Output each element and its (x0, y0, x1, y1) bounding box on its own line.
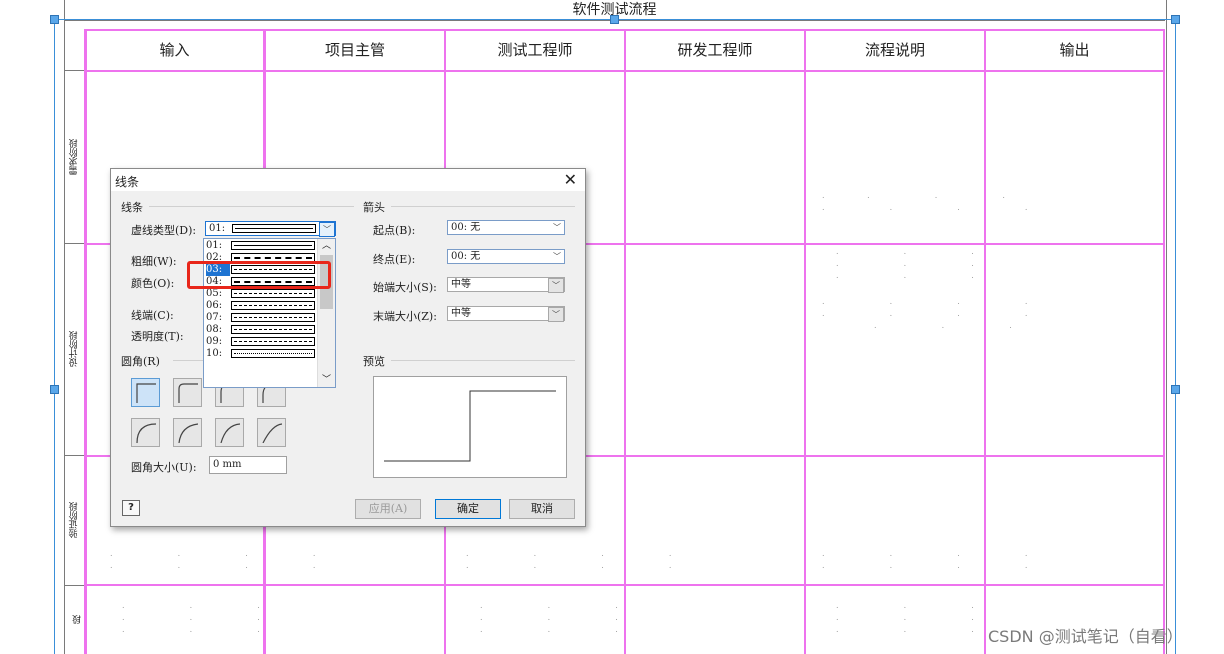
arrow-start-label: 起点(B): (373, 224, 416, 237)
chevron-down-icon[interactable]: ﹀ (548, 307, 564, 322)
dash-option-01[interactable]: 01: (206, 240, 318, 252)
dash-option-05[interactable]: 05: (206, 288, 318, 300)
preview-line-graphic (384, 390, 556, 462)
lane-divider-1 (64, 243, 84, 244)
corner-group-label: 圆角(R) (121, 355, 160, 368)
resize-handle-top-center[interactable] (610, 15, 619, 24)
arrow-group-rule (391, 206, 575, 207)
ok-button[interactable]: 确定 (435, 499, 501, 519)
connection-dots: . . . . . . . . (822, 297, 1048, 318)
connection-dots: . . . . . . . . (110, 549, 336, 570)
corner-round-small-button[interactable] (173, 378, 202, 407)
resize-handle-middle-left[interactable] (50, 385, 59, 394)
corner-curve-3-button[interactable] (215, 418, 244, 447)
lane-label-partial: 段 (73, 615, 83, 625)
cap-label: 线端(C): (131, 309, 174, 322)
arrow-end-select[interactable]: 00: 无 ﹀ (447, 249, 565, 264)
column-header-dev-engineer[interactable]: 研发工程师 (626, 31, 804, 70)
lane-header-column (64, 31, 85, 71)
corner-radius-label: 圆角大小(U): (131, 461, 197, 474)
scroll-up-icon[interactable]: ︿ (318, 239, 335, 253)
chevron-down-icon[interactable]: ﹀ (550, 250, 564, 263)
grid-col-line-0 (84, 29, 87, 654)
chevron-down-icon[interactable]: ﹀ (548, 278, 564, 293)
chevron-down-icon[interactable]: ﹀ (550, 221, 564, 234)
cancel-button[interactable]: 取消 (509, 499, 575, 519)
selection-right-line (1175, 19, 1176, 654)
csdn-watermark: CSDN @测试笔记（自看） (988, 627, 1183, 646)
corner-curve-4-button[interactable] (257, 418, 286, 447)
dash-type-select[interactable]: 01: ﹀ (205, 221, 336, 237)
dialog-title-bar: 线条 ✕ (111, 169, 585, 191)
dash-option-07[interactable]: 07: (206, 312, 318, 324)
dash-type-sample (232, 224, 316, 233)
apply-button[interactable]: 应用(A) (355, 499, 421, 519)
start-size-label: 始端大小(S): (373, 281, 437, 294)
grid-col-line-4 (804, 29, 806, 654)
dash-option-08[interactable]: 08: (206, 324, 318, 336)
column-header-project-lead[interactable]: 项目主管 (266, 31, 444, 70)
connection-dots: . . . . . . . . (466, 549, 692, 570)
column-header-process-note[interactable]: 流程说明 (806, 31, 984, 70)
corner-square-button[interactable] (131, 378, 160, 407)
column-header-output[interactable]: 输出 (986, 31, 1163, 70)
column-header-test-engineer[interactable]: 测试工程师 (446, 31, 624, 70)
start-size-select[interactable]: 中等 ﹀ (447, 277, 565, 293)
dash-option-06[interactable]: 06: (206, 300, 318, 312)
connection-dots: . . . . . . . . . (836, 247, 994, 280)
transparency-label: 透明度(T): (131, 330, 184, 343)
line-dialog: 线条 ✕ 线条 虚线类型(D): 01: ﹀ 粗细(W): 颜色(O): 线端(… (110, 168, 586, 527)
resize-handle-top-right[interactable] (1171, 15, 1180, 24)
dash-option-09[interactable]: 09: (206, 336, 318, 348)
lane-divider-2 (64, 455, 84, 456)
corner-radius-input[interactable]: 0 mm (209, 456, 287, 474)
weight-label: 粗细(W): (131, 255, 177, 268)
lane-label-design: 设计阶段 (69, 331, 80, 367)
chevron-down-icon[interactable]: ﹀ (319, 222, 335, 237)
preview-group-label: 预览 (363, 355, 385, 368)
connection-dots: . . . . . . . . (822, 191, 1048, 212)
corner-curve-1-button[interactable] (131, 418, 160, 447)
arrow-group-label: 箭头 (363, 201, 385, 214)
dash-option-10[interactable]: 10: (206, 348, 318, 360)
corner-curve-2-button[interactable] (173, 418, 202, 447)
scroll-down-icon[interactable]: ﹀ (318, 373, 335, 387)
dialog-title: 线条 (115, 175, 140, 189)
dash-type-value: 01: (209, 223, 226, 234)
color-label: 颜色(O): (131, 277, 175, 290)
help-icon[interactable]: ? (122, 500, 140, 516)
arrow-start-select[interactable]: 00: 无 ﹀ (447, 220, 565, 235)
connection-dots: . . . . . . . . (822, 549, 1048, 570)
end-size-select[interactable]: 中等 ﹀ (447, 306, 565, 322)
resize-handle-middle-right[interactable] (1171, 385, 1180, 394)
lane-divider-3 (64, 585, 84, 586)
end-size-label: 末端大小(Z): (373, 310, 437, 323)
highlight-annotation (187, 261, 331, 289)
connection-dots: . . . . . . . . . (122, 601, 280, 634)
grid-col-line-6 (1163, 29, 1165, 654)
arrow-end-label: 终点(E): (373, 253, 416, 266)
column-header-input[interactable]: 输入 (86, 31, 263, 70)
corner-group-rule (173, 360, 203, 361)
preview-group-rule (391, 360, 575, 361)
lane-label-verification: 验证阶段 (69, 502, 80, 538)
selection-left-line (54, 19, 55, 654)
connection-dots: . . . (874, 321, 1032, 330)
line-group-rule (149, 206, 354, 207)
line-group-label: 线条 (121, 201, 143, 214)
resize-handle-top-left[interactable] (50, 15, 59, 24)
connection-dots: . . . . . . . . . (836, 601, 994, 634)
line-preview (373, 376, 567, 478)
connection-dots: . . . . . . . . . (480, 601, 638, 634)
lane-label-requirements: 需求阶段 (69, 139, 80, 175)
dash-type-label: 虚线类型(D): (131, 224, 197, 237)
close-icon[interactable]: ✕ (564, 170, 577, 189)
